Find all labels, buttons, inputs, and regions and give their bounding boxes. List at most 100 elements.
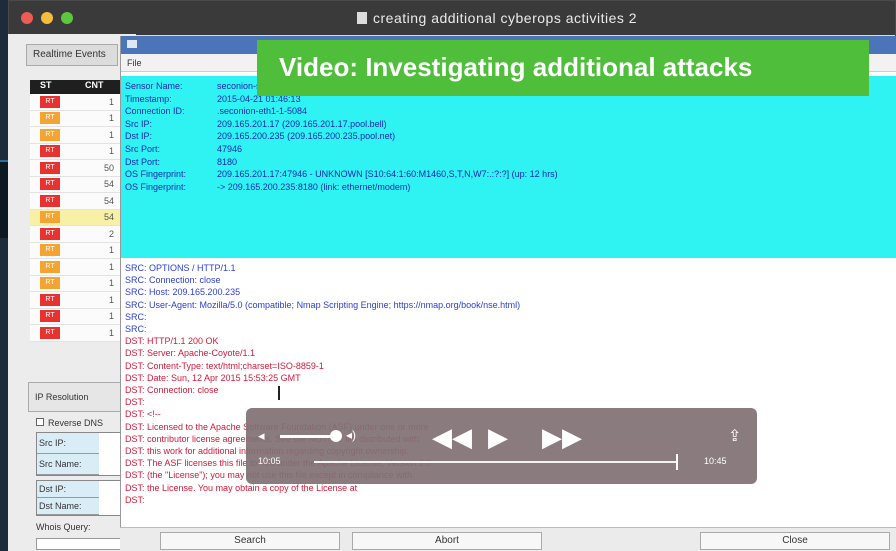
screen: creating additional cyberops activities … [0,0,896,551]
session-info-block: Sensor Name:seconion-server-eth1Timestam… [121,76,896,258]
event-count: 50 [103,162,114,173]
volume-low-icon[interactable]: ◂ [258,428,265,444]
mouse-cursor-icon [278,386,288,400]
transcript-line: DST: HTTP/1.1 200 OK [125,336,219,347]
progress-playhead[interactable] [676,454,678,470]
session-info-value: 209.165.201.17 (209.165.201.17.pool.bell… [217,118,387,129]
event-count: 54 [103,179,114,190]
status-badge: RT [40,211,60,224]
search-button[interactable]: Search [160,532,340,550]
session-info-key: Connection ID: [125,106,185,117]
checkbox-icon[interactable] [36,418,44,426]
zoom-window-button[interactable] [61,12,73,24]
table-row[interactable]: RT 1 [30,292,120,309]
table-row[interactable]: RT 1 [30,325,120,342]
volume-slider-knob[interactable] [330,430,342,442]
event-count: 54 [103,195,114,206]
play-icon[interactable]: ▶ [488,422,508,452]
status-badge: RT [40,310,60,323]
src-address-box: Src IP: Src Name: [36,432,122,476]
table-row[interactable]: RT 1 [30,275,120,292]
session-info-line: Dst IP: 209.165.200.235 (209.165.200.235.… [125,130,892,143]
transcript-line: DST: Date: Sun, 12 Apr 2015 15:53:25 GMT [125,372,301,383]
video-title-banner: Video: Investigating additional attacks [257,40,869,96]
session-info-line: OS Fingerprint: 209.165.201.17:47946 - UN… [125,168,892,181]
event-count: 1 [108,261,114,272]
reverse-dns-checkbox[interactable]: Reverse DNS [36,418,126,428]
tab-realtime-events[interactable]: Realtime Events [26,44,118,66]
table-row[interactable]: RT 50 [30,160,120,177]
table-row[interactable]: RT 1 [30,110,120,127]
session-info-value: .seconion-eth1-1-5084 [217,106,308,117]
event-count: 1 [108,294,114,305]
status-badge: RT [40,244,60,257]
status-badge: RT [40,194,60,207]
fast-forward-icon[interactable]: ▶▶ [542,422,582,452]
events-table-body: RT 1 RT 1 RT 1 RT 1 RT 50 RT 54 RT 54 RT 54 RT 2 RT 1 RT 1 RT 1… [30,94,120,342]
progress-bar[interactable] [314,461,678,463]
minimize-window-button[interactable] [41,12,53,24]
status-badge: RT [40,277,60,290]
window-title: creating additional cyberops activities … [357,10,637,26]
share-icon[interactable]: ⇪ [728,426,741,446]
transcript-line: SRC: Host: 209.165.200.235 [125,287,241,298]
abort-button[interactable]: Abort [352,532,542,550]
transcript-line: DST: [125,494,145,505]
status-badge: RT [40,95,60,108]
status-badge: RT [40,161,60,174]
session-info-line: Src IP: 209.165.201.17 (209.165.201.17.po… [125,118,892,131]
table-row[interactable]: RT 1 [30,127,120,144]
transcript-line: SRC: User-Agent: Mozilla/5.0 (compatible… [125,299,521,310]
whois-query-field[interactable] [36,538,122,550]
transcript-line: SRC: OPTIONS / HTTP/1.1 [125,263,236,273]
session-info-line: Src Port: 47946 [125,143,892,156]
table-row[interactable]: RT 54 [30,193,120,210]
table-row[interactable]: RT 1 [30,259,120,276]
table-row[interactable]: RT 1 [30,242,120,259]
session-info-key: Src IP: [125,118,153,129]
event-count: 1 [108,129,114,140]
table-row[interactable]: RT 54 [30,209,120,226]
transcript-line: SRC: Connection: close [125,275,221,286]
transcript-line: DST: Content-Type: text/html;charset=ISO… [125,360,324,371]
event-count: 2 [108,228,114,239]
status-badge: RT [40,227,60,240]
event-count: 54 [103,212,114,223]
session-info-key: OS Fingerprint: [125,181,187,192]
volume-slider[interactable] [280,435,334,438]
dst-ip-label: Dst IP: [37,481,99,498]
src-name-label: Src Name: [37,454,99,475]
session-info-value: -> 209.165.200.235:8180 (link: ethernet/… [217,181,411,192]
close-window-button[interactable] [21,12,33,24]
dst-address-box: Dst IP: Dst Name: [36,480,122,516]
volume-high-icon[interactable]: ◂) [346,428,356,442]
status-badge: RT [40,260,60,273]
status-badge: RT [40,145,60,158]
event-count: 1 [108,146,114,157]
events-table: ST CNT RT 1 RT 1 RT 1 RT 1 RT 50 RT 54 RT 54 RT 54 RT 2 RT… [30,80,120,342]
session-info-key: OS Fingerprint: [125,169,187,180]
session-info-value: 8180 [217,156,238,167]
table-row[interactable]: RT 1 [30,143,120,160]
events-table-header: ST CNT [30,80,120,94]
window-titlebar[interactable]: creating additional cyberops activities … [9,1,895,35]
table-row[interactable]: RT 2 [30,226,120,243]
transcript-line: DST: Connection: close [125,385,219,396]
close-button[interactable]: Close [700,532,890,550]
column-st[interactable]: ST [30,80,75,94]
event-count: 1 [108,327,114,338]
session-info-line: Dst Port: 8180 [125,156,892,169]
table-row[interactable]: RT 1 [30,308,120,325]
menu-file[interactable]: File [127,58,142,68]
column-cnt[interactable]: CNT [75,80,120,94]
ip-resolution-tab[interactable]: IP Resolution [28,382,124,412]
remaining-time: 10:45 [704,456,727,466]
session-info-value: 47946 [217,143,243,154]
rewind-icon[interactable]: ◀◀ [432,422,472,452]
session-info-key: Src Port: [125,143,161,154]
src-ip-label: Src IP: [37,433,99,454]
session-info-key: Sensor Name: [125,81,183,91]
table-row[interactable]: RT 1 [30,94,120,111]
session-info-value: 209.165.201.17:47946 - UNKNOWN [S10:64:1… [217,169,558,180]
table-row[interactable]: RT 54 [30,176,120,193]
